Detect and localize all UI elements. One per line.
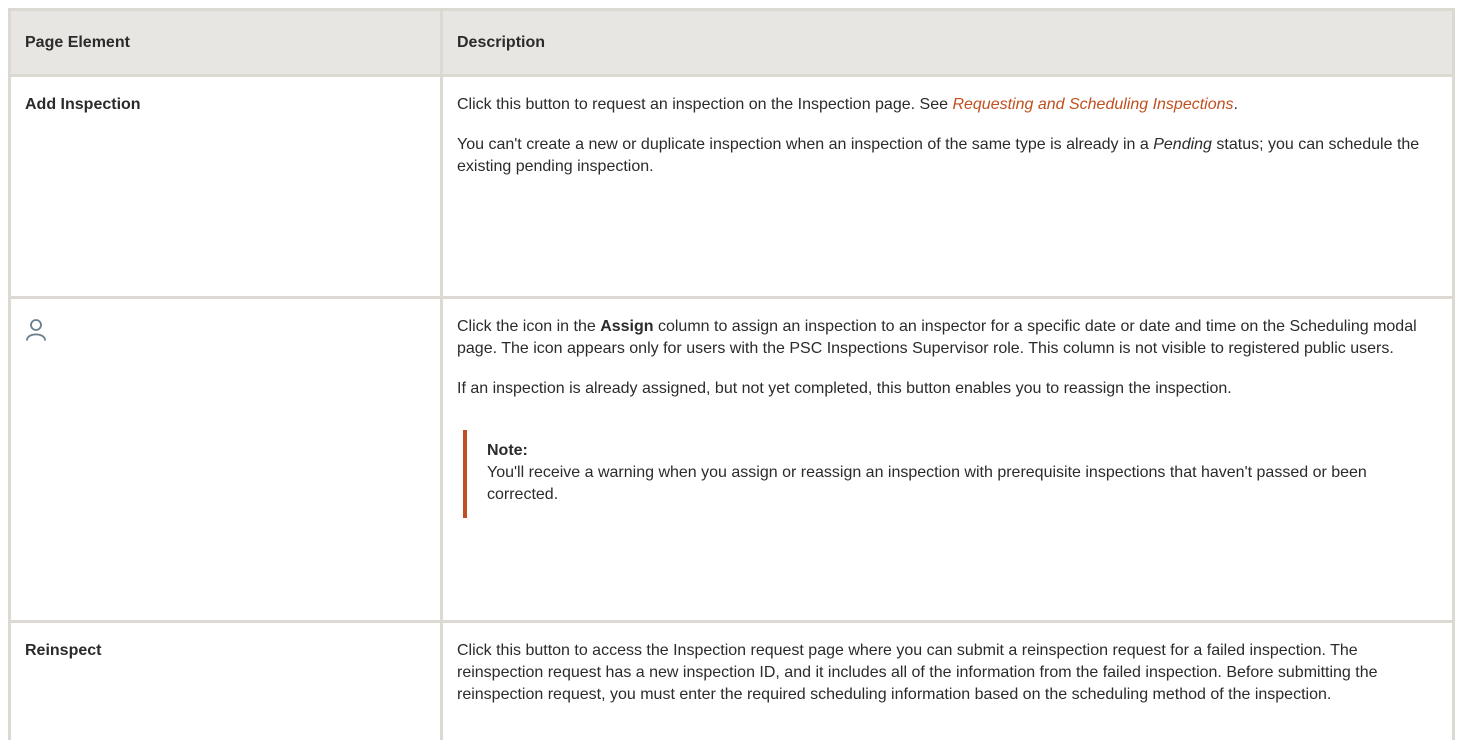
text-run: Click this button to request an inspecti…	[457, 96, 953, 113]
table-header-row: Page Element Description	[8, 8, 1455, 77]
table-row: Add Inspection Click this button to requ…	[8, 74, 1455, 299]
element-cell: Add Inspection	[8, 74, 443, 299]
note-title: Note:	[487, 442, 528, 459]
description-paragraph: Click this button to access the Inspecti…	[457, 642, 1378, 703]
requesting-and-scheduling-inspections-link[interactable]: Requesting and Scheduling Inspections	[952, 96, 1233, 113]
note-callout: Note: You'll receive a warning when you …	[463, 430, 1438, 518]
description-paragraph: Click the icon in the Assign column to a…	[457, 316, 1438, 360]
description-cell: Click the icon in the Assign column to a…	[440, 296, 1455, 623]
page-elements-table: Page Element Description Add Inspection …	[8, 8, 1455, 740]
element-cell	[8, 296, 443, 623]
header-page-element: Page Element	[8, 8, 443, 77]
header-description: Description	[440, 8, 1455, 77]
table-row: Click the icon in the Assign column to a…	[8, 296, 1455, 623]
text-run: .	[1233, 96, 1238, 113]
page: Page Element Description Add Inspection …	[0, 0, 1460, 740]
element-cell: Reinspect	[8, 620, 443, 740]
pending-status-text: Pending	[1153, 136, 1212, 153]
assign-column-name: Assign	[600, 318, 654, 335]
description-paragraph: Click this button to request an inspecti…	[457, 94, 1438, 116]
description-cell: Click this button to access the Inspecti…	[440, 620, 1455, 740]
note-text: You'll receive a warning when you assign…	[487, 464, 1367, 503]
element-name-add-inspection: Add Inspection	[25, 96, 141, 113]
description-paragraph: You can't create a new or duplicate insp…	[457, 134, 1438, 178]
description-paragraph: If an inspection is already assigned, bu…	[457, 380, 1232, 397]
text-run: Click the icon in the	[457, 318, 601, 335]
description-cell: Click this button to request an inspecti…	[440, 74, 1455, 299]
element-name-reinspect: Reinspect	[25, 642, 102, 659]
text-run: You can't create a new or duplicate insp…	[457, 136, 1154, 153]
user-icon	[26, 319, 46, 341]
table-row: Reinspect Click this button to access th…	[8, 620, 1455, 740]
